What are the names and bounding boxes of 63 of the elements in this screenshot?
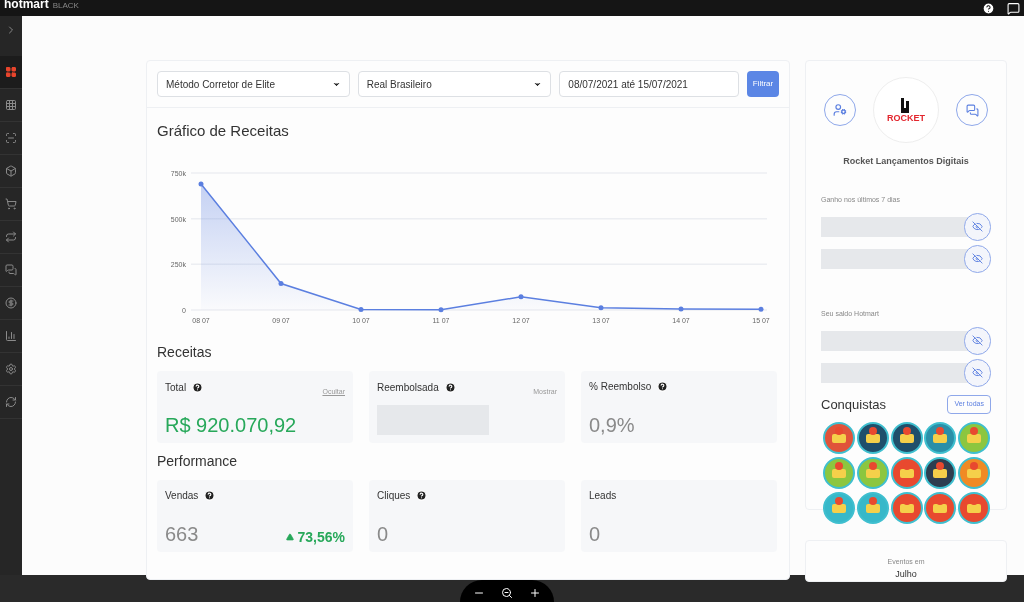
date-range-field[interactable]: 08/07/2021 até 15/07/2021 (559, 71, 740, 97)
eye-off-icon (971, 367, 983, 378)
achievements-title: Conquistas (821, 395, 887, 414)
metric-label: Total (165, 381, 187, 396)
eye-off-icon (971, 221, 983, 232)
zoom-in-icon[interactable] (529, 587, 541, 599)
badge-icon[interactable] (856, 422, 889, 454)
metric-value: 0 (377, 523, 389, 544)
badge-icon[interactable] (890, 422, 923, 454)
cart-icon (5, 198, 17, 210)
badge-icon[interactable] (924, 457, 957, 489)
scan-icon (5, 132, 17, 144)
data-point (358, 306, 364, 312)
visibility-toggle-button[interactable] (963, 212, 991, 241)
eye-off-icon (971, 335, 983, 346)
search-icon[interactable] (501, 587, 513, 599)
dollar-icon (5, 297, 17, 309)
dashboard-icon (5, 66, 17, 78)
chat-icon (5, 264, 17, 276)
sidebar-item[interactable] (0, 56, 22, 89)
brand-edition: BLACK (52, 2, 79, 10)
product-select[interactable]: Método Corretor de Elite (157, 71, 350, 97)
chat-icon[interactable] (1007, 1, 1020, 15)
visibility-toggle-button[interactable] (963, 244, 991, 273)
data-point (598, 304, 604, 310)
user-settings-icon (833, 103, 847, 117)
data-point (278, 280, 284, 286)
trend-value: 73,56% (297, 529, 345, 544)
settings-icon (5, 363, 17, 375)
data-point (678, 306, 684, 312)
refresh-icon (5, 396, 17, 408)
metric-value: 663 (165, 523, 199, 544)
data-point (438, 306, 444, 312)
logo-text: ROCKET (887, 113, 925, 123)
visibility-toggle-button[interactable] (963, 326, 991, 355)
metric-value: 0 (589, 523, 601, 544)
data-point (758, 306, 764, 312)
chart-title: Gráfico de Receitas (157, 121, 290, 141)
events-month: Julho (895, 567, 917, 581)
metric-label: % Reembolso (589, 379, 652, 394)
filter-button[interactable]: Filtrar (747, 71, 779, 97)
section-title: Performance (157, 451, 239, 471)
visibility-toggle-button[interactable] (963, 358, 991, 387)
currency-select[interactable]: Real Brasileiro (357, 71, 552, 97)
up-arrow-icon (285, 532, 294, 541)
bar-chart-icon (5, 330, 17, 342)
box-icon (5, 165, 17, 177)
grid-icon (5, 99, 17, 111)
metric-label: Vendas (165, 488, 199, 503)
eye-off-icon (971, 253, 983, 264)
company-name: Rocket Lançamentos Digitais (842, 155, 970, 168)
metric-label: Leads (589, 488, 617, 503)
data-point (518, 293, 524, 299)
help-icon[interactable] (982, 1, 995, 15)
brand-logo[interactable]: hotmart (4, 0, 49, 10)
section-title: Receitas (157, 342, 213, 362)
metric-value: 0,9% (589, 414, 635, 435)
data-point (198, 180, 204, 186)
repeat-icon (5, 231, 17, 243)
metric-value: R$ 920.070,92 (165, 414, 297, 435)
metric-label: Reembolsada (377, 381, 439, 396)
metric-label: Cliques (377, 488, 411, 503)
chat-icon (965, 103, 979, 117)
